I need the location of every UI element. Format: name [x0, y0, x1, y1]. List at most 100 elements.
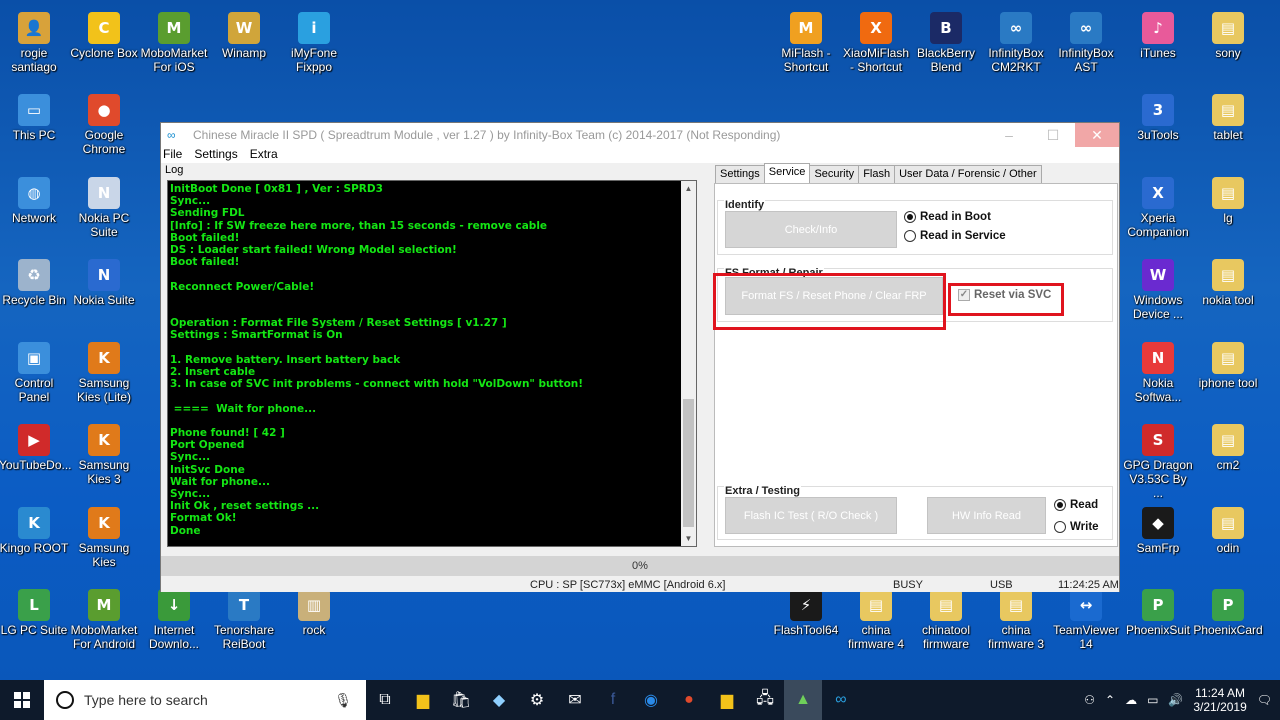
desktop-icon-nokia-pc-suite[interactable]: N Nokia PC Suite: [69, 173, 139, 239]
desktop-icon-lg-pc-suite[interactable]: L LG PC Suite: [0, 585, 69, 637]
desktop-icon-samfrp[interactable]: ◆ SamFrp: [1123, 503, 1193, 555]
tab-settings[interactable]: Settings: [715, 165, 765, 183]
desktop-icon-lg[interactable]: ▤ lg: [1193, 173, 1263, 225]
desktop-icon-windows-device[interactable]: W Windows Device ...: [1123, 255, 1193, 321]
check-info-button[interactable]: Check/Info: [725, 211, 897, 248]
messenger-icon[interactable]: ◉: [632, 680, 670, 720]
chrome-icon[interactable]: ●: [670, 680, 708, 720]
search-box[interactable]: Type here to search 🎙: [44, 680, 366, 720]
desktop-icon-tenorshare-reiboot[interactable]: T Tenorshare ReiBoot: [209, 585, 279, 651]
file-explorer-icon[interactable]: ▆: [404, 680, 442, 720]
desktop-icon-winamp[interactable]: W Winamp: [209, 8, 279, 60]
miracle-box-icon[interactable]: ▲: [784, 680, 822, 720]
desktop-icon-rock[interactable]: ▥ rock: [279, 585, 349, 637]
chevron-up-icon[interactable]: ⌃: [1105, 693, 1115, 707]
title-bar[interactable]: ∞ Chinese Miracle II SPD ( Spreadtrum Mo…: [161, 123, 1119, 147]
desktop-icon-itunes[interactable]: ♪ iTunes: [1123, 8, 1193, 60]
network-app-icon[interactable]: 🖧: [746, 680, 784, 720]
radio-read[interactable]: Read: [1054, 499, 1098, 511]
tab-user-data[interactable]: User Data / Forensic / Other: [894, 165, 1042, 183]
desktop-icon-nokia-softwa[interactable]: N Nokia Softwa...: [1123, 338, 1193, 404]
highlight-format-button: [713, 273, 946, 330]
cloud-icon[interactable]: ☁: [1125, 693, 1137, 707]
folder-icon[interactable]: ▆: [708, 680, 746, 720]
desktop-icon-china-firmware-3[interactable]: ▤ china firmware 3: [981, 585, 1051, 651]
log-console[interactable]: InitBoot Done [ 0x81 ] , Ver : SPRD3 Sync…: [167, 180, 697, 547]
desktop-icon-xiaomiflash-shortcut[interactable]: X XiaoMiFlash - Shortcut: [841, 8, 911, 74]
notification-icon[interactable]: 🗨: [1257, 693, 1272, 707]
log-line: DS : Loader start failed! Wrong Model se…: [170, 244, 457, 257]
desktop-icon-samsung-kies-lite[interactable]: K Samsung Kies (Lite): [69, 338, 139, 404]
desktop-icon-cm2[interactable]: ▤ cm2: [1193, 420, 1263, 472]
tab-flash[interactable]: Flash: [858, 165, 896, 183]
desktop-icon-miflash-shortcut[interactable]: M MiFlash - Shortcut: [771, 8, 841, 74]
desktop-icon-imyfone-fixppo[interactable]: i iMyFone Fixppo: [279, 8, 349, 74]
desktop-icon-blackberry-blend[interactable]: B BlackBerry Blend: [911, 8, 981, 74]
radio-write[interactable]: Write: [1054, 521, 1099, 533]
minimize-button[interactable]: –: [987, 123, 1031, 147]
desktop-icon-internet-downlo[interactable]: ↓ Internet Downlo...: [139, 585, 209, 651]
desktop-icon-samsung-kies[interactable]: K Samsung Kies: [69, 503, 139, 569]
desktop-icon-rogie-santiago[interactable]: 👤 rogie santiago: [0, 8, 69, 74]
start-button[interactable]: [0, 680, 44, 720]
scroll-thumb[interactable]: [683, 399, 694, 527]
desktop-icon-sony[interactable]: ▤ sony: [1193, 8, 1263, 60]
desktop-icon-this-pc[interactable]: ▭ This PC: [0, 90, 69, 142]
settings-app-icon[interactable]: ⚙: [518, 680, 556, 720]
tab-security[interactable]: Security: [809, 165, 860, 183]
scroll-down-icon[interactable]: ▼: [681, 531, 696, 546]
desktop-icon-nokia-suite[interactable]: N Nokia Suite: [69, 255, 139, 307]
desktop-icon-youtubedo[interactable]: ▶ YouTubeDo...: [0, 420, 72, 472]
desktop-icon-flashtool64[interactable]: ⚡ FlashTool64: [771, 585, 841, 637]
desktop-icon-teamviewer-14[interactable]: ↔ TeamViewer 14: [1051, 585, 1121, 651]
flash-ic-test-button[interactable]: Flash IC Test ( R/O Check ): [725, 497, 897, 534]
desktop-icon-network[interactable]: ◍ Network: [0, 173, 69, 225]
menu-file[interactable]: File: [163, 147, 182, 163]
desktop-icon-recycle-bin[interactable]: ♻ Recycle Bin: [0, 255, 69, 307]
desktop-icon-odin[interactable]: ▤ odin: [1193, 503, 1263, 555]
desktop-icon-control-panel[interactable]: ▣ Control Panel: [0, 338, 69, 404]
desktop-icon-samsung-kies-3[interactable]: K Samsung Kies 3: [69, 420, 139, 486]
desktop-icon-kingo-root[interactable]: K Kingo ROOT: [0, 503, 69, 555]
maximize-button[interactable]: ☐: [1031, 123, 1075, 147]
hw-info-read-button[interactable]: HW Info Read: [927, 497, 1046, 534]
radio-read-in-service[interactable]: Read in Service: [904, 230, 1006, 242]
log-scrollbar[interactable]: ▲ ▼: [681, 181, 696, 546]
desktop-icon-mobomarket-for-android[interactable]: M MoboMarket For Android: [69, 585, 139, 651]
desktop-icon-chinatool-firmware[interactable]: ▤ chinatool firmware: [911, 585, 981, 651]
desktop-icon-china-firmware-4[interactable]: ▤ china firmware 4: [841, 585, 911, 651]
radio-dot: [904, 230, 916, 242]
microphone-icon[interactable]: 🎙: [334, 692, 352, 709]
desktop-icon-iphone-tool[interactable]: ▤ iphone tool: [1193, 338, 1263, 390]
desktop-icon-xperia-companion[interactable]: X Xperia Companion: [1123, 173, 1193, 239]
desktop-icon-label: china firmware 4: [847, 623, 904, 651]
app-icon: P: [1142, 589, 1174, 621]
tab-service[interactable]: Service: [763, 163, 811, 183]
desktop-icon-google-chrome[interactable]: ● Google Chrome: [69, 90, 139, 156]
menu-settings[interactable]: Settings: [194, 147, 237, 163]
task-view-icon[interactable]: ⧉: [366, 680, 404, 720]
desktop-icon-mobomarket-for-ios[interactable]: M MoboMarket For iOS: [139, 8, 209, 74]
desktop-icon-infinitybox-ast[interactable]: ∞ InfinityBox AST: [1051, 8, 1121, 74]
volume-icon[interactable]: 🔊: [1168, 693, 1183, 707]
desktop-icon-cyclone-box[interactable]: C Cyclone Box: [69, 8, 139, 60]
menu-extra[interactable]: Extra: [250, 147, 278, 163]
scroll-up-icon[interactable]: ▲: [681, 181, 696, 196]
desktop-icon-tablet[interactable]: ▤ tablet: [1193, 90, 1263, 142]
desktop-icon-3utools[interactable]: 3 3uTools: [1123, 90, 1193, 142]
mail-icon[interactable]: ✉: [556, 680, 594, 720]
infinity-taskbar-icon[interactable]: ∞: [822, 680, 860, 720]
facebook-icon[interactable]: f: [594, 680, 632, 720]
app-icon[interactable]: ◆: [480, 680, 518, 720]
desktop-icon-nokia-tool[interactable]: ▤ nokia tool: [1193, 255, 1263, 307]
close-button[interactable]: ✕: [1075, 123, 1119, 147]
desktop-icon-phoenixcard[interactable]: P PhoenixCard: [1193, 585, 1263, 637]
desktop-icon-infinitybox-cm2rkt[interactable]: ∞ InfinityBox CM2RKT: [981, 8, 1051, 74]
store-icon[interactable]: 🛍: [442, 680, 480, 720]
people-icon[interactable]: ⚇: [1084, 693, 1095, 707]
radio-read-in-boot[interactable]: Read in Boot: [904, 211, 991, 223]
network-icon[interactable]: ▭: [1147, 693, 1158, 707]
desktop-icon-phoenixsuit[interactable]: P PhoenixSuit: [1123, 585, 1193, 637]
clock[interactable]: 11:24 AM 3/21/2019: [1193, 686, 1246, 714]
desktop-icon-gpg-dragon-v3-53c-by[interactable]: S GPG Dragon V3.53C By ...: [1123, 420, 1193, 500]
